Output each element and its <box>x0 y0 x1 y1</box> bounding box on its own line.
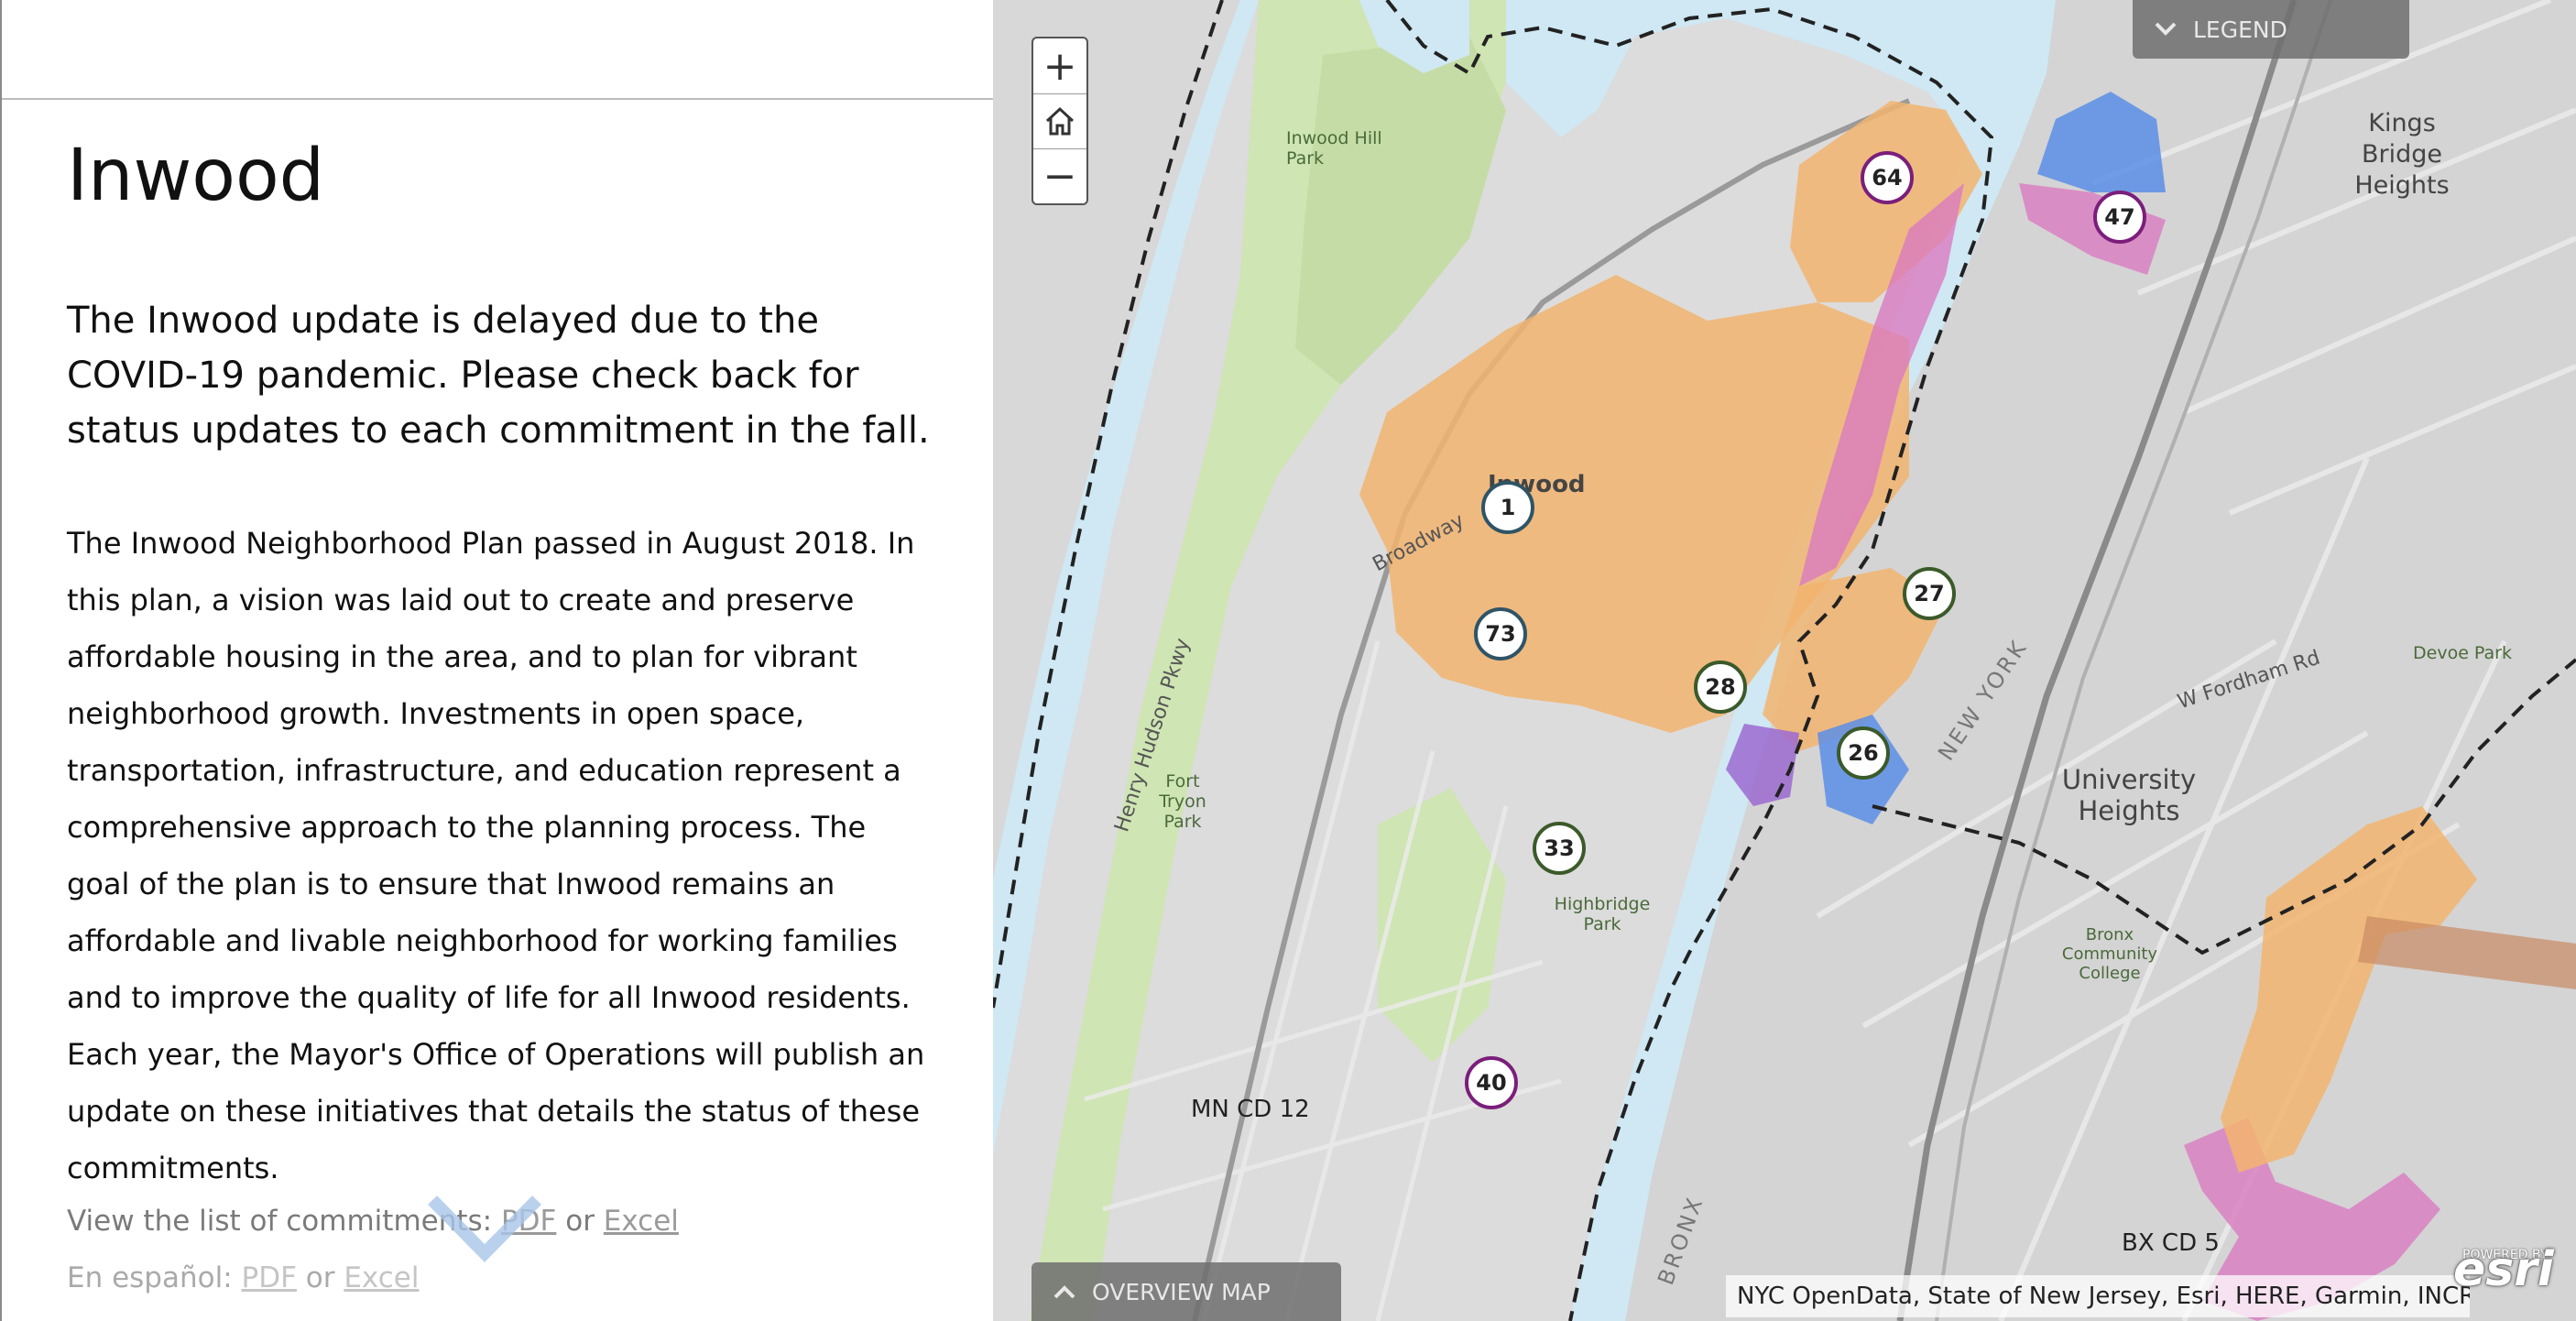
zoom-in-button[interactable]: + <box>1033 38 1086 94</box>
commitments-links-spanish: En español: PDF or Excel <box>67 1255 419 1301</box>
commitment-marker-26[interactable]: 26 <box>1837 726 1890 780</box>
commitment-marker-28[interactable]: 28 <box>1694 660 1747 714</box>
chevron-down-icon <box>2155 22 2177 36</box>
covid-notice: The Inwood update is delayed due to the … <box>67 300 930 452</box>
label-mn-cd-12: MN CD 12 <box>1191 1096 1310 1123</box>
label-bx-cd-5: BX CD 5 <box>2122 1229 2220 1257</box>
commitment-marker-1[interactable]: 1 <box>1481 481 1534 534</box>
panel-header-bar <box>2 0 993 100</box>
label-inwood-hill-park: Inwood Hill Park <box>1286 128 1382 169</box>
overview-map-toggle[interactable]: OVERVIEW MAP <box>1031 1262 1341 1321</box>
pdf-link-spanish[interactable]: PDF <box>242 1261 297 1294</box>
overview-map-label: OVERVIEW MAP <box>1092 1278 1271 1305</box>
label-university-heights: University Heights <box>2061 764 2197 826</box>
commitment-marker-73[interactable]: 73 <box>1474 607 1527 660</box>
or-text: or <box>556 1205 604 1238</box>
commitment-marker-64[interactable]: 64 <box>1861 151 1914 204</box>
esri-logo[interactable]: esri <box>2453 1242 2554 1297</box>
chevron-up-icon <box>1053 1285 1075 1299</box>
page-title: Inwood <box>67 135 325 217</box>
commitment-marker-33[interactable]: 33 <box>1533 822 1586 875</box>
commitment-marker-40[interactable]: 40 <box>1465 1056 1518 1109</box>
zoom-controls: + − <box>1031 37 1088 205</box>
label-kings-bridge-heights: Kings Bridge Heights <box>2354 109 2450 200</box>
commitments-links-english: View the list of commitments: PDF or Exc… <box>67 1198 679 1244</box>
plan-description: The Inwood Neighborhood Plan passed in A… <box>67 526 925 1185</box>
zoom-out-button[interactable]: − <box>1033 148 1086 203</box>
excel-link-spanish[interactable]: Excel <box>344 1261 419 1294</box>
label-bronx-community-college: Bronx Community College <box>2061 925 2158 983</box>
home-icon <box>1045 106 1075 136</box>
commitment-marker-27[interactable]: 27 <box>1903 567 1956 620</box>
label-highbridge-park: Highbridge Park <box>1554 894 1651 934</box>
or-text-spanish: or <box>296 1261 344 1294</box>
home-button[interactable] <box>1033 93 1086 149</box>
label-fort-tryon-park: Fort Tryon Park <box>1159 771 1206 832</box>
info-panel: Inwood The Inwood update is delayed due … <box>0 0 993 1321</box>
excel-link[interactable]: Excel <box>604 1205 679 1238</box>
map-attribution: NYC OpenData, State of New Jersey, Esri,… <box>1726 1275 2470 1317</box>
label-devoe-park: Devoe Park <box>2413 643 2512 663</box>
scroll-down-chevron-icon[interactable] <box>425 1193 544 1266</box>
spanish-prefix: En español: <box>67 1261 242 1294</box>
map-view[interactable]: Inwood Hill Park Inwood Kings Bridge Hei… <box>993 0 2576 1321</box>
legend-toggle[interactable]: LEGEND <box>2133 0 2409 59</box>
commitment-marker-47[interactable]: 47 <box>2093 191 2146 244</box>
legend-label: LEGEND <box>2193 16 2287 43</box>
